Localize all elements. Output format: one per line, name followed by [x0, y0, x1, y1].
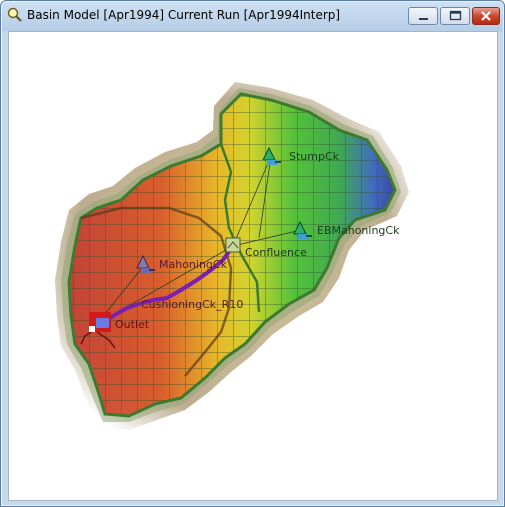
minimize-button[interactable] [408, 7, 438, 25]
title-bar[interactable]: Basin Model [Apr1994] Current Run [Apr19… [1, 1, 504, 30]
maximize-icon [449, 10, 462, 21]
minimize-icon [419, 18, 428, 20]
close-button[interactable] [472, 7, 500, 25]
maximize-button[interactable] [440, 7, 470, 25]
junction-icon-confluence[interactable] [225, 237, 241, 253]
label-outlet: Outlet [115, 318, 150, 331]
close-icon [481, 11, 491, 21]
basin-model-window: Basin Model [Apr1994] Current Run [Apr19… [0, 0, 505, 507]
hec-hms-app-icon[interactable] [7, 7, 23, 23]
label-mahoningck: MahoningCk [159, 258, 228, 271]
label-stumpck: StumpCk [289, 150, 340, 163]
basin-map-canvas[interactable]: StumpCk EBMahoningCk MahoningCk Confluen… [8, 31, 498, 501]
label-cushioningck-r10: CushioningCk_R10 [141, 298, 243, 311]
basin-map[interactable]: StumpCk EBMahoningCk MahoningCk Confluen… [9, 32, 497, 500]
window-title: Basin Model [Apr1994] Current Run [Apr19… [27, 8, 341, 22]
label-ebmahoningck: EBMahoningCk [317, 224, 400, 237]
label-confluence: Confluence [245, 246, 307, 259]
sink-icon-outlet[interactable] [89, 312, 111, 332]
